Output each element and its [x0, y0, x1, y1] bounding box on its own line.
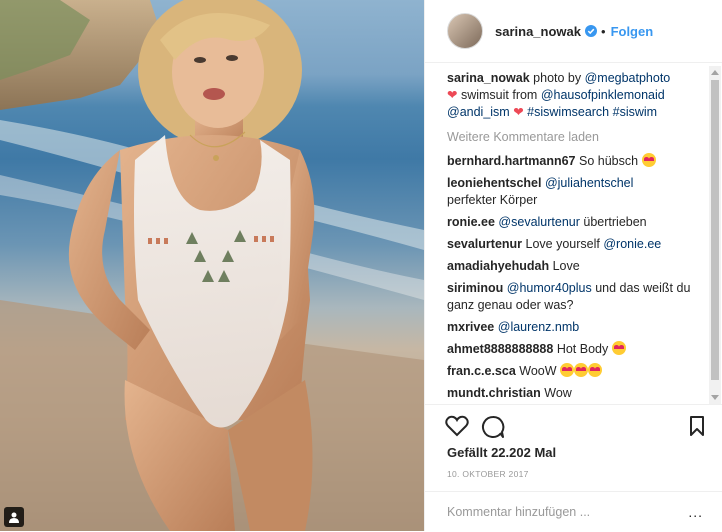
avatar[interactable] [447, 13, 483, 49]
comment-text: WooW [519, 364, 557, 378]
more-options-button[interactable]: ... [688, 505, 703, 519]
scroll-up-arrow-icon[interactable] [711, 70, 719, 75]
comment-text: Love [552, 259, 580, 273]
comment-text: übertrieben [583, 215, 647, 229]
comment-user[interactable]: leoniehentschel [447, 176, 541, 190]
mention-link[interactable]: @megbatphoto [585, 71, 671, 85]
comment-item: ronie.ee @sevalurtenur übertrieben [447, 214, 699, 231]
heart-emoji-icon: ❤ [447, 88, 458, 102]
post-photo[interactable] [0, 0, 424, 531]
add-comment-bar: ... [425, 491, 722, 532]
user-tag-icon [9, 512, 19, 523]
comment-item: ahmet8888888888 Hot Body [447, 341, 699, 358]
comment-item: siriminou @humor40plus und das weißt du … [447, 280, 699, 314]
emoji-heart-eyes-icon [560, 363, 575, 377]
comment-item: mundt.christian Wow [447, 385, 699, 400]
caption-author[interactable]: sarina_nowak [447, 71, 530, 85]
comment-user[interactable]: ronie.ee [447, 215, 495, 229]
load-more-comments-button[interactable]: Weitere Kommentare laden [447, 129, 699, 146]
emoji-heart-eyes-icon [611, 341, 626, 355]
comment-icon[interactable] [481, 415, 505, 439]
comment-user[interactable]: mundt.christian [447, 386, 541, 400]
comment-user[interactable]: fran.c.e.sca [447, 364, 516, 378]
comment-user[interactable]: sevalurtenur [447, 237, 522, 251]
comment-item: fran.c.e.sca WooW [447, 363, 699, 380]
follow-button[interactable]: Folgen [611, 24, 654, 39]
comment-input[interactable] [445, 504, 669, 520]
hashtag-link[interactable]: #siswimsearch [527, 105, 609, 119]
scrollbar-thumb[interactable] [711, 80, 719, 380]
mention-link[interactable]: @juliahentschel [545, 176, 633, 190]
post-header: sarina_nowak • Folgen [425, 0, 722, 63]
verified-badge-icon [585, 25, 597, 37]
mention-link[interactable]: @ronie.ee [603, 237, 661, 251]
post-date: 10. OKTOBER 2017 [447, 469, 529, 479]
mention-link[interactable]: @sevalurtenur [498, 215, 579, 229]
photo-scene [0, 0, 424, 531]
heart-icon[interactable] [445, 415, 469, 437]
mention-link[interactable]: @andi_ism [447, 105, 510, 119]
comment-list: sarina_nowak photo by @megbatphoto ❤ swi… [447, 70, 699, 400]
comments-scrollbar[interactable] [709, 66, 721, 404]
comment-item: leoniehentschel @juliahentschel perfekte… [447, 175, 699, 209]
post-actions: Gefällt 22.202 Mal 10. OKTOBER 2017 ... [425, 404, 722, 531]
post-sidebar: sarina_nowak • Folgen sarina_nowak photo… [424, 0, 722, 531]
comment-text: Wow [544, 386, 572, 400]
hashtag-link[interactable]: #siswim [613, 105, 657, 119]
emoji-heart-eyes-icon [588, 363, 603, 377]
comment-text: Love yourself [525, 237, 600, 251]
comment-user[interactable]: siriminou [447, 281, 503, 295]
likes-count[interactable]: Gefällt 22.202 Mal [447, 445, 556, 460]
caption-text: swimsuit from [457, 88, 541, 102]
caption-text: photo by [529, 71, 585, 85]
mention-link[interactable]: @humor40plus [507, 281, 592, 295]
heart-emoji-icon: ❤ [513, 105, 524, 119]
mention-link[interactable]: @laurenz.nmb [498, 320, 579, 334]
header-separator: • [601, 23, 606, 39]
mention-link[interactable]: @hausofpinklemonaid [541, 88, 665, 102]
emoji-heart-eyes-icon [574, 363, 589, 377]
comment-user[interactable]: ahmet8888888888 [447, 342, 553, 356]
comment-item: sevalurtenur Love yourself @ronie.ee [447, 236, 699, 253]
comment-user[interactable]: amadiahyehudah [447, 259, 549, 273]
comment-item: mxrivee @laurenz.nmb [447, 319, 699, 336]
bookmark-icon[interactable] [689, 415, 705, 437]
comment-text: Hot Body [556, 342, 609, 356]
comment-text: So hübsch [579, 154, 639, 168]
comment-user[interactable]: bernhard.hartmann67 [447, 154, 576, 168]
caption: sarina_nowak photo by @megbatphoto ❤ swi… [447, 70, 699, 121]
scroll-down-arrow-icon[interactable] [711, 395, 719, 400]
comment-item: bernhard.hartmann67 So hübsch [447, 153, 699, 170]
comment-user[interactable]: mxrivee [447, 320, 494, 334]
comment-item: amadiahyehudah Love [447, 258, 699, 275]
emoji-heart-eyes-icon [641, 153, 656, 167]
comment-text: perfekter Körper [447, 193, 538, 207]
post-username[interactable]: sarina_nowak [495, 24, 581, 39]
user-tag-button[interactable] [4, 507, 24, 527]
instagram-post-window: sarina_nowak • Folgen sarina_nowak photo… [0, 0, 722, 531]
action-icons [445, 415, 705, 439]
